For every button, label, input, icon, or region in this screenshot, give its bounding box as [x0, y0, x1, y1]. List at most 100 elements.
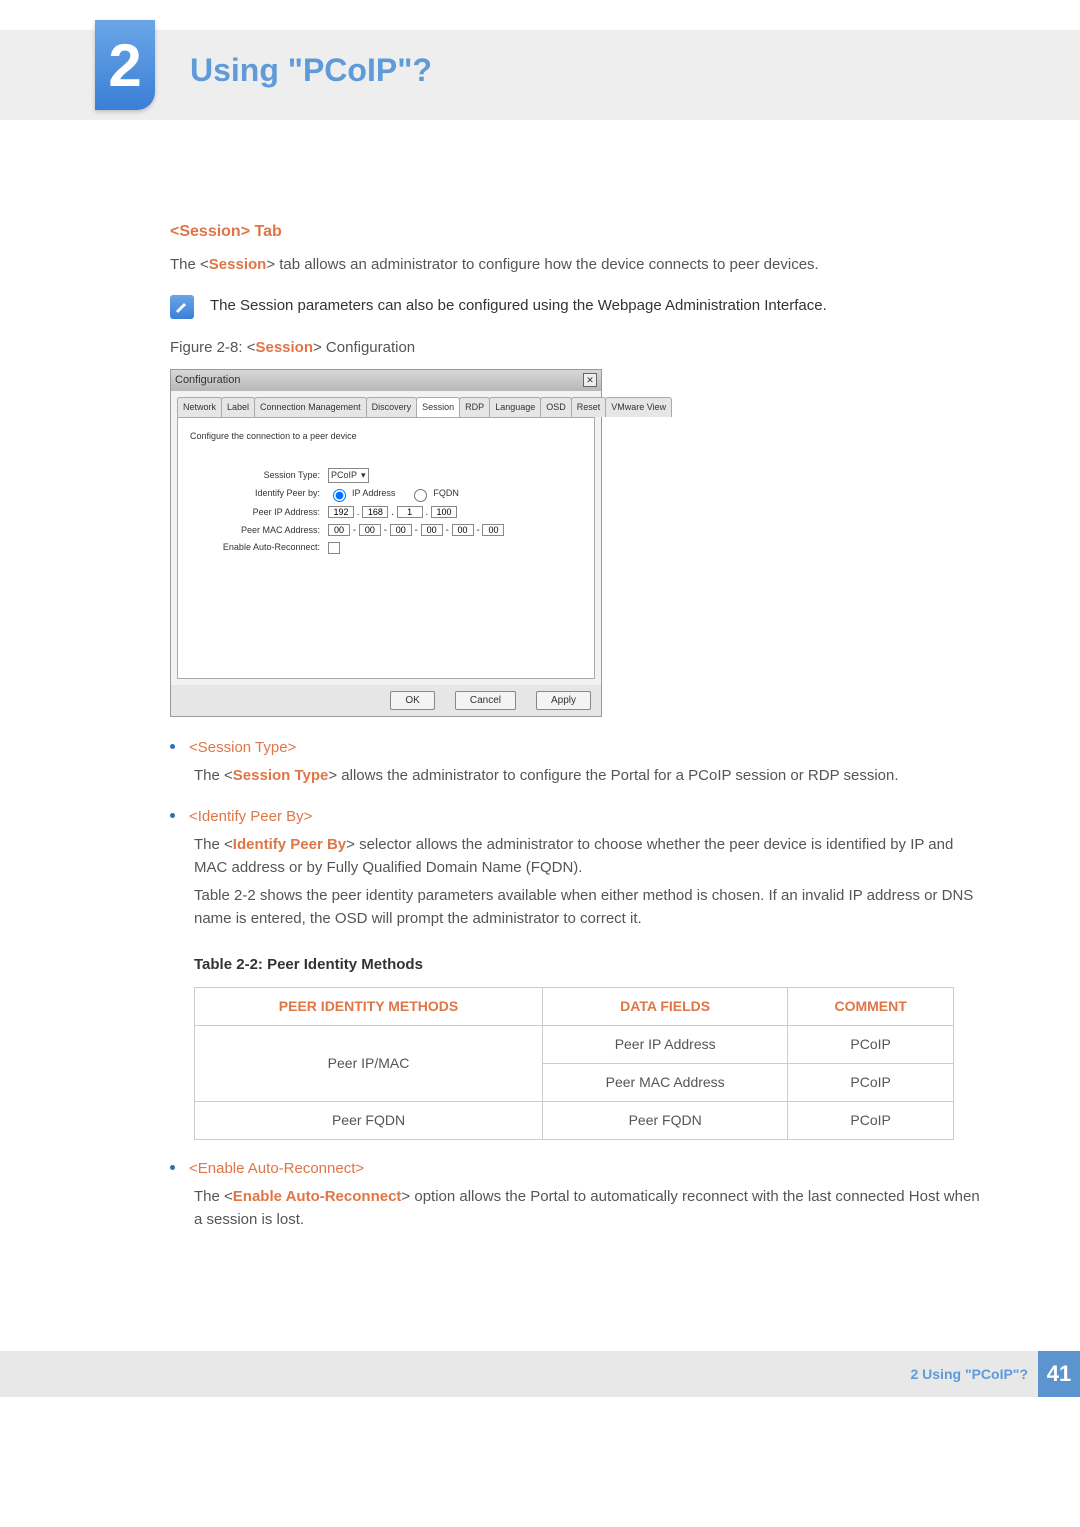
mac-1[interactable] [328, 524, 350, 536]
mac-2[interactable] [359, 524, 381, 536]
figure-caption: Figure 2-8: <Session> Configuration [170, 337, 980, 360]
ip-octet-3[interactable] [397, 506, 423, 518]
config-title: Configuration [175, 372, 240, 389]
peer-identity-table: PEER IDENTITY METHODS DATA FIELDS COMMEN… [194, 987, 954, 1140]
cell-method: Peer IP/MAC [195, 1025, 543, 1101]
text: The < [194, 1188, 233, 1205]
session-type-select[interactable]: PCoIP ▾ [328, 468, 369, 484]
label-auto-reconnect: Enable Auto-Reconnect: [190, 541, 328, 555]
note-icon [170, 295, 194, 319]
chapter-number-box: 2 [95, 20, 155, 110]
cell-comment: PCoIP [788, 1101, 954, 1139]
table-caption: Table 2-2: Peer Identity Methods [194, 954, 980, 977]
text: > tab allows an administrator to configu… [266, 256, 818, 273]
label-session-type: Session Type: [190, 469, 328, 483]
tab-reset[interactable]: Reset [571, 397, 607, 418]
label-identify-peer: Identify Peer by: [190, 487, 328, 501]
note-text: The Session parameters can also be confi… [210, 295, 827, 318]
radio-ip-address[interactable]: IP Address [328, 486, 395, 502]
peer-ip-field: . . . [328, 505, 457, 520]
cell-comment: PCoIP [788, 1063, 954, 1101]
tab-connection-management[interactable]: Connection Management [254, 397, 367, 418]
footer-text: 2 Using "PCoIP"? [910, 1366, 1028, 1382]
cell-comment: PCoIP [788, 1025, 954, 1063]
cell-field: Peer FQDN [543, 1101, 788, 1139]
note-row: The Session parameters can also be confi… [170, 295, 980, 319]
ip-octet-1[interactable] [328, 506, 354, 518]
highlight-session: Session [255, 339, 313, 356]
th-fields: DATA FIELDS [543, 987, 788, 1025]
bullet-body-2: Table 2-2 shows the peer identity parame… [194, 885, 980, 930]
tab-label[interactable]: Label [221, 397, 255, 418]
bullet-title: <Enable Auto-Reconnect> [189, 1158, 364, 1181]
table-header-row: PEER IDENTITY METHODS DATA FIELDS COMMEN… [195, 987, 954, 1025]
bullet-icon [170, 813, 175, 818]
tab-rdp[interactable]: RDP [459, 397, 490, 418]
apply-button[interactable]: Apply [536, 691, 591, 710]
config-window: Configuration ✕ Network Label Connection… [170, 369, 602, 717]
highlight: Session Type [233, 767, 329, 784]
bullet-title: <Identify Peer By> [189, 806, 312, 829]
bullet-title: <Session Type> [189, 737, 296, 760]
config-titlebar: Configuration ✕ [171, 370, 601, 391]
auto-reconnect-checkbox[interactable] [328, 542, 340, 554]
table-row: Peer FQDN Peer FQDN PCoIP [195, 1101, 954, 1139]
table-row: Peer IP/MAC Peer IP Address PCoIP [195, 1025, 954, 1063]
tab-vmware-view[interactable]: VMware View [605, 397, 672, 418]
ip-octet-4[interactable] [431, 506, 457, 518]
label-peer-ip: Peer IP Address: [190, 506, 328, 520]
close-icon[interactable]: ✕ [583, 373, 597, 387]
tab-osd[interactable]: OSD [540, 397, 572, 418]
tab-discovery[interactable]: Discovery [366, 397, 418, 418]
bullet-auto-reconnect: <Enable Auto-Reconnect> [170, 1158, 980, 1181]
config-buttons: OK Cancel Apply [171, 685, 601, 716]
page-footer: 2 Using "PCoIP"? 41 [0, 1351, 1080, 1397]
radio-fqdn-input[interactable] [414, 489, 427, 502]
th-methods: PEER IDENTITY METHODS [195, 987, 543, 1025]
radio-ip-text: IP Address [352, 487, 395, 501]
cancel-button[interactable]: Cancel [455, 691, 516, 710]
mac-4[interactable] [421, 524, 443, 536]
mac-3[interactable] [390, 524, 412, 536]
text: The < [194, 767, 233, 784]
bullet-body: The <Identify Peer By> selector allows t… [194, 834, 980, 879]
ip-octet-2[interactable] [362, 506, 388, 518]
mac-6[interactable] [482, 524, 504, 536]
header-bar: 2 Using "PCoIP"? [0, 30, 1080, 120]
radio-fqdn[interactable]: FQDN [409, 486, 459, 502]
section-intro: The <Session> tab allows an administrato… [170, 254, 980, 277]
bullet-icon [170, 1165, 175, 1170]
highlight: Identify Peer By [233, 836, 346, 853]
tab-network[interactable]: Network [177, 397, 222, 418]
bullet-icon [170, 744, 175, 749]
cell-field: Peer IP Address [543, 1025, 788, 1063]
section-heading: <Session> Tab [170, 220, 980, 244]
tab-language[interactable]: Language [489, 397, 541, 418]
bullet-body: The <Session Type> allows the administra… [194, 765, 980, 788]
peer-mac-field: - - - - - [328, 523, 504, 538]
chevron-down-icon: ▾ [361, 469, 366, 483]
text: The < [170, 256, 209, 273]
mac-5[interactable] [452, 524, 474, 536]
bullet-body: The <Enable Auto-Reconnect> option allow… [194, 1186, 980, 1231]
config-tabs: Network Label Connection Management Disc… [177, 397, 595, 419]
radio-fqdn-text: FQDN [433, 487, 459, 501]
highlight: Enable Auto-Reconnect [233, 1188, 402, 1205]
session-type-value: PCoIP [331, 469, 357, 483]
bullet-session-type: <Session Type> [170, 737, 980, 760]
text: Figure 2-8: < [170, 339, 255, 356]
cell-method: Peer FQDN [195, 1101, 543, 1139]
tab-session[interactable]: Session [416, 397, 460, 418]
highlight-session: Session [209, 256, 267, 273]
radio-ip-input[interactable] [333, 489, 346, 502]
cell-field: Peer MAC Address [543, 1063, 788, 1101]
ok-button[interactable]: OK [390, 691, 434, 710]
label-peer-mac: Peer MAC Address: [190, 524, 328, 538]
bullet-identify-peer: <Identify Peer By> [170, 806, 980, 829]
chapter-title: Using "PCoIP"? [190, 52, 432, 89]
page-content: <Session> Tab The <Session> tab allows a… [170, 220, 980, 1231]
config-body: Configure the connection to a peer devic… [177, 418, 595, 679]
footer-page-number: 41 [1038, 1351, 1080, 1397]
text: > allows the administrator to configure … [328, 767, 898, 784]
text: The < [194, 836, 233, 853]
